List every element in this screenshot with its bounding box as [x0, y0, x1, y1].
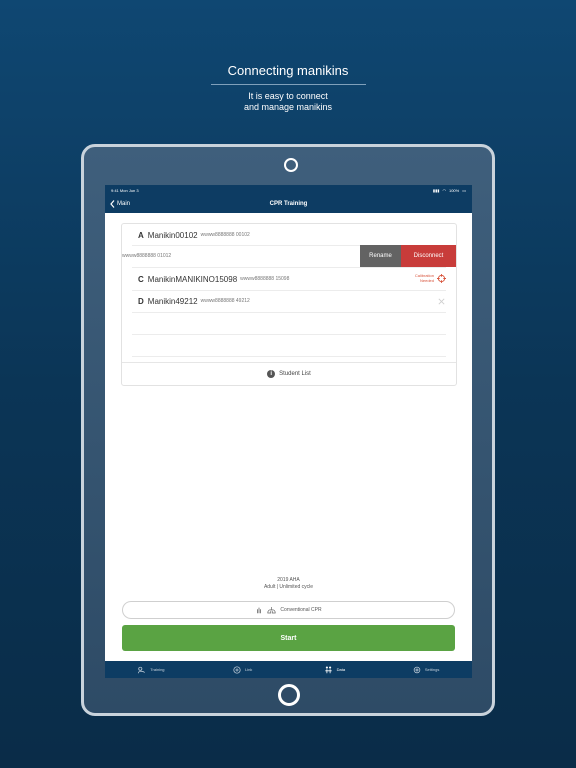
wifi-icon: ◠: [442, 187, 446, 193]
cpr-mode-label: Conventional CPR: [280, 607, 322, 613]
data-icon: [324, 666, 332, 673]
student-list-button[interactable]: i Student List: [122, 362, 456, 385]
lungs-icon: [267, 607, 277, 614]
manikin-list: A Manikin00102 wwww8888888 00102 wwww888…: [121, 223, 457, 386]
status-time: 9:41: [111, 187, 119, 193]
camera-icon: [284, 158, 298, 172]
manikin-b-serial: wwww8888888 01012: [122, 253, 172, 259]
divider: [132, 334, 446, 335]
link-icon: [233, 665, 241, 674]
home-button[interactable]: [278, 684, 300, 706]
manikin-row-a[interactable]: A Manikin00102 wwww8888888 00102: [138, 224, 250, 246]
settings-icon: [413, 666, 421, 673]
tab-link[interactable]: Link: [197, 661, 289, 678]
calibration-status: Calibration Needed: [415, 273, 434, 283]
manikin-row-d[interactable]: D Manikin49212 wwww8888888 49212: [138, 290, 250, 312]
tab-training[interactable]: Training: [105, 661, 197, 678]
manikin-d-name: Manikin49212: [147, 296, 198, 306]
calibration-status-line2: Needed: [419, 278, 434, 283]
page-title: CPR Training: [269, 201, 308, 207]
battery-icon: ▭: [462, 187, 466, 193]
promo-subline-1: It is easy to connect: [248, 91, 328, 101]
promo-divider: [211, 84, 366, 85]
manikin-c-serial: wwww8888888 15098: [240, 276, 290, 282]
calibration-target-icon[interactable]: [437, 274, 446, 283]
protocol-line1: 2019 AHA: [277, 577, 300, 583]
tab-settings[interactable]: Settings: [380, 661, 472, 678]
rename-button[interactable]: Rename: [360, 245, 401, 267]
promo-headline: Connecting manikins: [227, 63, 349, 78]
tools-icon: [438, 298, 445, 305]
hands-icon: [257, 607, 262, 614]
manikin-c-name: ManikinMANIKINO15098: [147, 274, 238, 284]
tab-data-label: Data: [336, 667, 346, 672]
divider: [132, 312, 446, 313]
app-screen: 9:41 Mon Jun 3 ▮▮▮ ◠ 100% ▭ Main CPR Tra…: [105, 185, 472, 678]
manikin-row-b[interactable]: wwww8888888 01012: [122, 245, 360, 267]
start-button[interactable]: Start: [122, 625, 455, 651]
divider: [132, 356, 446, 357]
manikin-d-letter: D: [138, 296, 144, 306]
manikin-row-c[interactable]: C ManikinMANIKINO15098 wwww8888888 15098: [138, 268, 289, 290]
nav-bar: Main CPR Training: [105, 195, 472, 213]
battery-label: 100%: [448, 187, 460, 193]
manikin-a-letter: A: [138, 230, 144, 240]
training-icon: [138, 666, 146, 673]
tab-link-label: Link: [244, 667, 253, 672]
status-bar: 9:41 Mon Jun 3 ▮▮▮ ◠ 100% ▭: [105, 185, 472, 195]
manikin-d-serial: wwww8888888 49212: [200, 298, 250, 304]
tab-settings-label: Settings: [424, 667, 440, 672]
status-date: Mon Jun 3: [119, 187, 139, 193]
promo-subline: It is easy to connect and manage manikin…: [0, 91, 576, 113]
signal-icon: ▮▮▮: [432, 187, 440, 193]
manikin-c-letter: C: [138, 274, 144, 284]
promo-subline-2: and manage manikins: [243, 102, 333, 112]
disconnect-button[interactable]: Disconnect: [401, 245, 456, 267]
manikin-a-name: Manikin00102: [147, 230, 198, 240]
protocol-info: 2019 AHA Adult | Unlimited cycle: [105, 577, 472, 591]
tab-training-label: Training: [150, 667, 165, 672]
tablet-frame: 9:41 Mon Jun 3 ▮▮▮ ◠ 100% ▭ Main CPR Tra…: [81, 144, 495, 716]
info-icon: i: [267, 370, 276, 378]
cpr-mode-button[interactable]: Conventional CPR: [122, 601, 455, 619]
manikin-a-serial: wwww8888888 00102: [200, 232, 250, 238]
tab-bar: Training Link Data Settings: [105, 661, 472, 678]
protocol-line2: Adult | Unlimited cycle: [263, 584, 314, 590]
tab-data[interactable]: Data: [289, 661, 381, 678]
student-list-label: Student List: [279, 371, 311, 377]
